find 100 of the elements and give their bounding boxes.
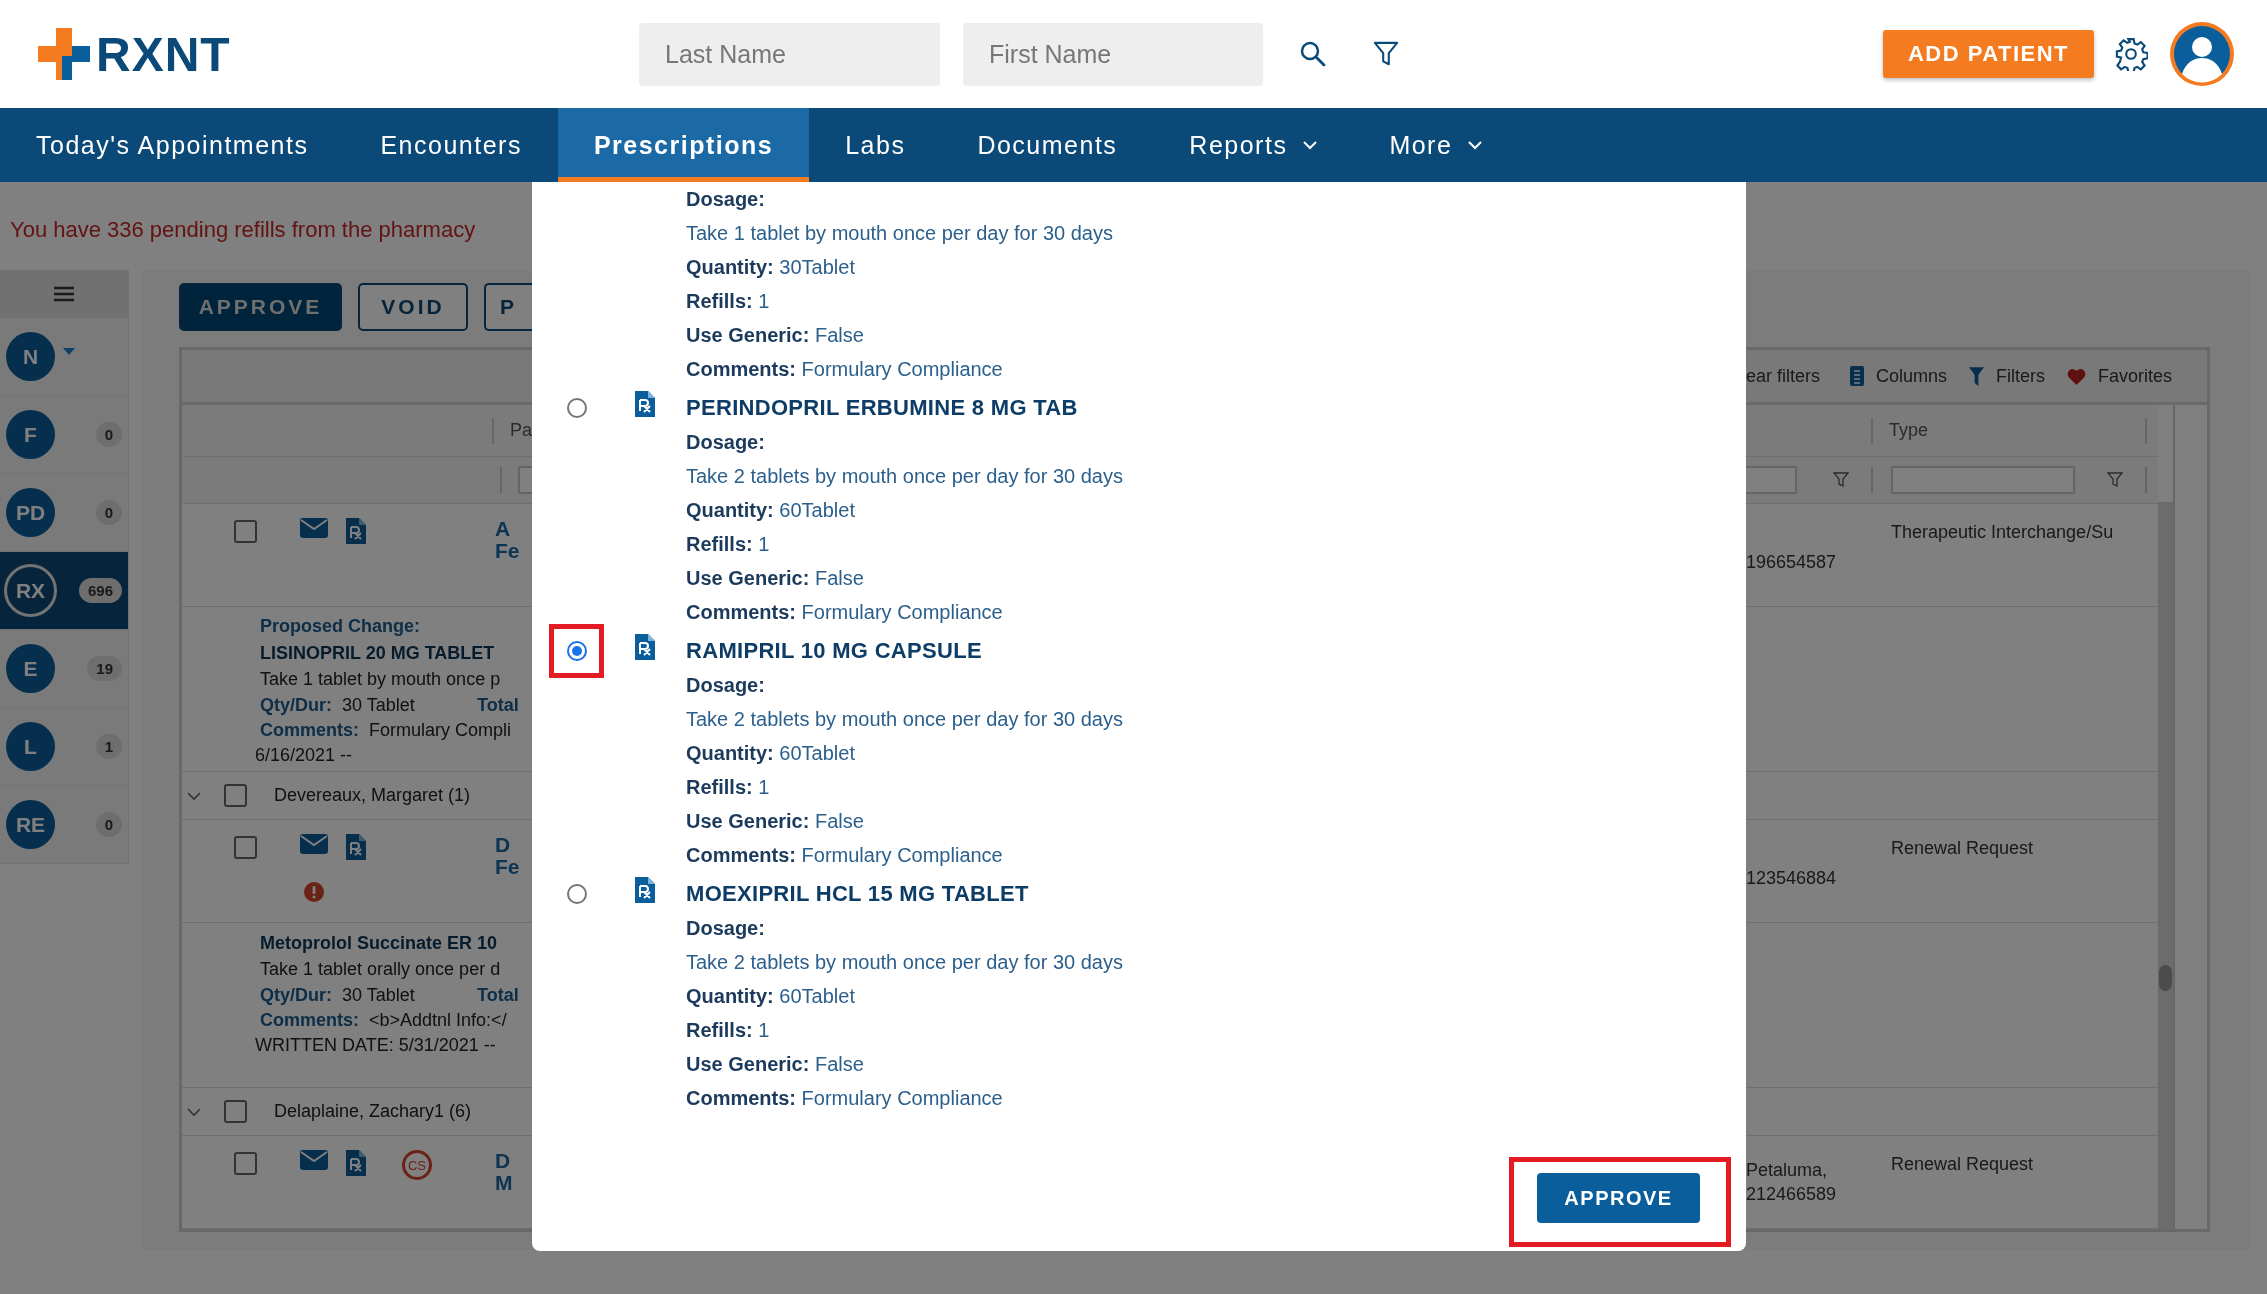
toolbar-button[interactable]: Filters <box>1969 365 2046 387</box>
date-text: 6/16/2021 -- <box>255 744 353 767</box>
row-checkbox[interactable] <box>234 1152 257 1175</box>
menu-icon[interactable] <box>54 286 74 302</box>
field-text: Comments: Formulary Compliance <box>686 1086 1003 1111</box>
patient-group-label: Devereaux, Margaret (1) <box>274 785 471 806</box>
patient-link[interactable]: A <box>495 518 520 540</box>
radio-button[interactable] <box>566 398 587 418</box>
filter-icon[interactable] <box>1373 40 1399 68</box>
request-type-text: Renewal Request <box>1890 837 2034 860</box>
last-name-field[interactable]: Last Name <box>639 22 940 86</box>
settings-icon[interactable] <box>2114 37 2148 71</box>
action-button[interactable]: P <box>484 283 532 331</box>
field-label: Dosage: <box>686 430 765 455</box>
toolbar-button[interactable]: Favorites <box>2067 365 2173 387</box>
category-avatar: RE <box>6 800 55 849</box>
drug-name: MOEXIPRIL HCL 15 MG TABLET <box>686 880 1029 908</box>
table-row[interactable]: A Fe <box>182 504 532 607</box>
nav-tab[interactable]: Labs <box>809 108 942 182</box>
patient-link[interactable]: Fe <box>495 856 520 878</box>
field-text: Use Generic: False <box>686 809 864 834</box>
radio-button[interactable] <box>566 641 587 661</box>
option-row[interactable]: PERINDOPRIL ERBUMINE 8 MG TAB Dosage: Take 2 tablets by mouth once per day for 30 days Quantity: 60Tablet Refills: 1 Use Generic: False Comments: Formulary Compliance <box>549 391 1746 629</box>
patient-link[interactable]: Fe <box>495 540 520 562</box>
category-avatar: PD <box>6 488 55 537</box>
nav-tab[interactable]: Documents <box>941 108 1154 182</box>
table-row[interactable]: CS D M <box>182 1136 532 1229</box>
caret-icon <box>1303 140 1318 150</box>
filter-input[interactable] <box>1746 466 1797 494</box>
field-text: Comments: Formulary Compliance <box>686 843 1003 868</box>
field-text: Refills: 1 <box>686 1018 770 1043</box>
count-badge: 0 <box>95 812 122 837</box>
add-patient-button[interactable]: ADD PATIENT <box>1883 30 2094 78</box>
filter-input[interactable] <box>518 466 532 494</box>
comments-text: Comments: <b>Addtnl Info:</ <box>260 1009 507 1032</box>
document-icon <box>635 391 655 417</box>
nav-tab[interactable]: Prescriptions <box>557 108 810 182</box>
row-checkbox[interactable] <box>234 520 257 543</box>
patient-group-label: Delaplaine, Zachary1 (6) <box>274 1101 472 1122</box>
filter-input[interactable] <box>1891 466 2075 494</box>
logo-text: RXNT <box>96 26 231 82</box>
field-text: Comments: Formulary Compliance <box>686 600 1003 625</box>
sidebar-item[interactable]: F 0 <box>0 396 128 474</box>
nav-tab[interactable]: Encounters <box>344 108 558 182</box>
document-icon[interactable] <box>346 1150 366 1176</box>
radio-button[interactable] <box>566 884 587 904</box>
mail-icon[interactable] <box>300 834 328 854</box>
avatar-icon[interactable] <box>2168 20 2236 88</box>
mail-icon[interactable] <box>300 518 328 538</box>
column-header[interactable]: Type <box>1873 420 1929 441</box>
action-button[interactable]: VOID <box>358 283 468 331</box>
document-icon[interactable] <box>346 834 366 860</box>
nav-tab[interactable]: More <box>1353 108 1519 182</box>
first-name-field[interactable]: First Name <box>963 22 1263 86</box>
total-label: Total <box>477 694 519 717</box>
sidebar-item[interactable]: N <box>0 318 128 396</box>
sidebar-item[interactable]: RE 0 <box>0 786 128 864</box>
dosage-text: Take 2 tablets by mouth once per day for 30 days <box>686 950 1123 975</box>
sidebar-item[interactable]: RX 696 <box>0 552 128 630</box>
category-avatar: N <box>6 332 55 381</box>
approve-button[interactable]: APPROVE <box>179 283 342 331</box>
scrollbar-thumb[interactable] <box>2159 965 2172 991</box>
sidebar-item[interactable]: E 19 <box>0 630 128 708</box>
caret-icon <box>1468 140 1483 150</box>
category-avatar: RX <box>4 564 57 617</box>
option-row[interactable]: MOEXIPRIL HCL 15 MG TABLET Dosage: Take 2 tablets by mouth once per day for 30 days Quantity: 60Tablet Refills: 1 Use Generic: False Comments: Formulary Compliance <box>549 877 1746 1115</box>
field-label: Dosage: <box>686 187 765 212</box>
clear-filters-link[interactable]: ear filters <box>1746 365 1821 387</box>
dropdown-caret-icon[interactable] <box>63 348 75 355</box>
logo-cross-icon <box>36 26 92 82</box>
count-badge: 696 <box>78 578 122 603</box>
row-checkbox[interactable] <box>234 836 257 859</box>
sidebar-item[interactable]: L 1 <box>0 708 128 786</box>
nav-tab[interactable]: Today's Appointments <box>0 108 345 182</box>
comments-text: Comments: Formulary Compli <box>260 719 512 742</box>
mail-icon[interactable] <box>300 1150 328 1170</box>
drug-name: PERINDOPRIL ERBUMINE 8 MG TAB <box>686 394 1078 422</box>
column-header[interactable]: Pa <box>493 420 532 441</box>
group-checkbox[interactable] <box>224 784 247 807</box>
funnel-icon <box>1969 366 1985 386</box>
patient-link[interactable]: D <box>495 834 520 856</box>
field-text: Quantity: 60Tablet <box>686 741 855 766</box>
patient-link[interactable]: M <box>495 1172 513 1194</box>
nav-tab[interactable]: Reports <box>1153 108 1354 182</box>
toolbar-button[interactable]: Columns <box>1850 365 1948 387</box>
field-text: Use Generic: False <box>686 323 864 348</box>
category-avatar: L <box>6 722 55 771</box>
pharmacy-text: 123546884 <box>1746 867 1838 890</box>
document-icon[interactable] <box>346 518 366 544</box>
sidebar-item[interactable]: PD 0 <box>0 474 128 552</box>
approve-button[interactable]: APPROVE <box>1537 1173 1700 1223</box>
group-checkbox[interactable] <box>224 1100 247 1123</box>
pharmacy-text: 196654587 <box>1746 551 1838 574</box>
pharmacy-text: Petaluma, <box>1746 1159 1829 1182</box>
drug-name: RAMIPRIL 10 MG CAPSULE <box>686 637 982 665</box>
table-row[interactable]: D Fe <box>182 820 532 923</box>
count-badge: 0 <box>95 422 122 447</box>
count-badge: 19 <box>87 656 122 681</box>
patient-link[interactable]: D <box>495 1150 513 1172</box>
search-icon[interactable] <box>1299 40 1327 68</box>
